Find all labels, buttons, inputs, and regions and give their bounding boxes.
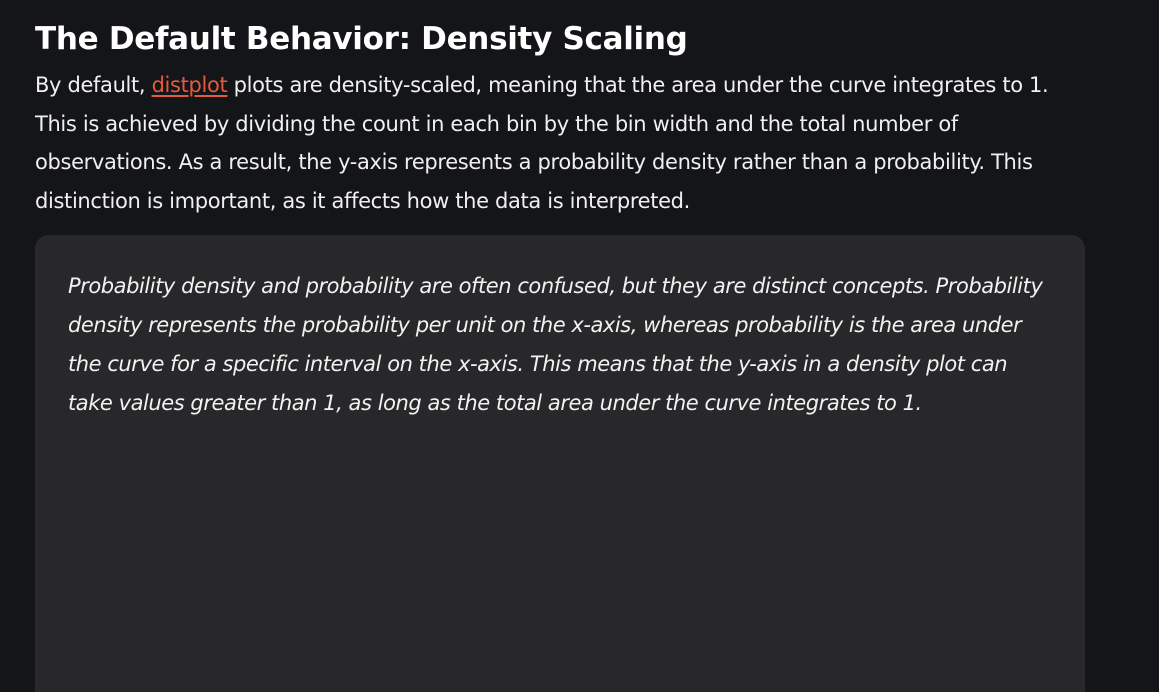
- callout-text: Probability density and probability are …: [68, 274, 1043, 415]
- note-callout: Probability density and probability are …: [35, 235, 1085, 692]
- intro-paragraph: By default, distplot plots are density-s…: [35, 66, 1085, 220]
- paragraph-text-start: By default,: [35, 73, 152, 97]
- section-heading: The Default Behavior: Density Scaling: [35, 21, 688, 57]
- distplot-link[interactable]: distplot: [152, 73, 228, 97]
